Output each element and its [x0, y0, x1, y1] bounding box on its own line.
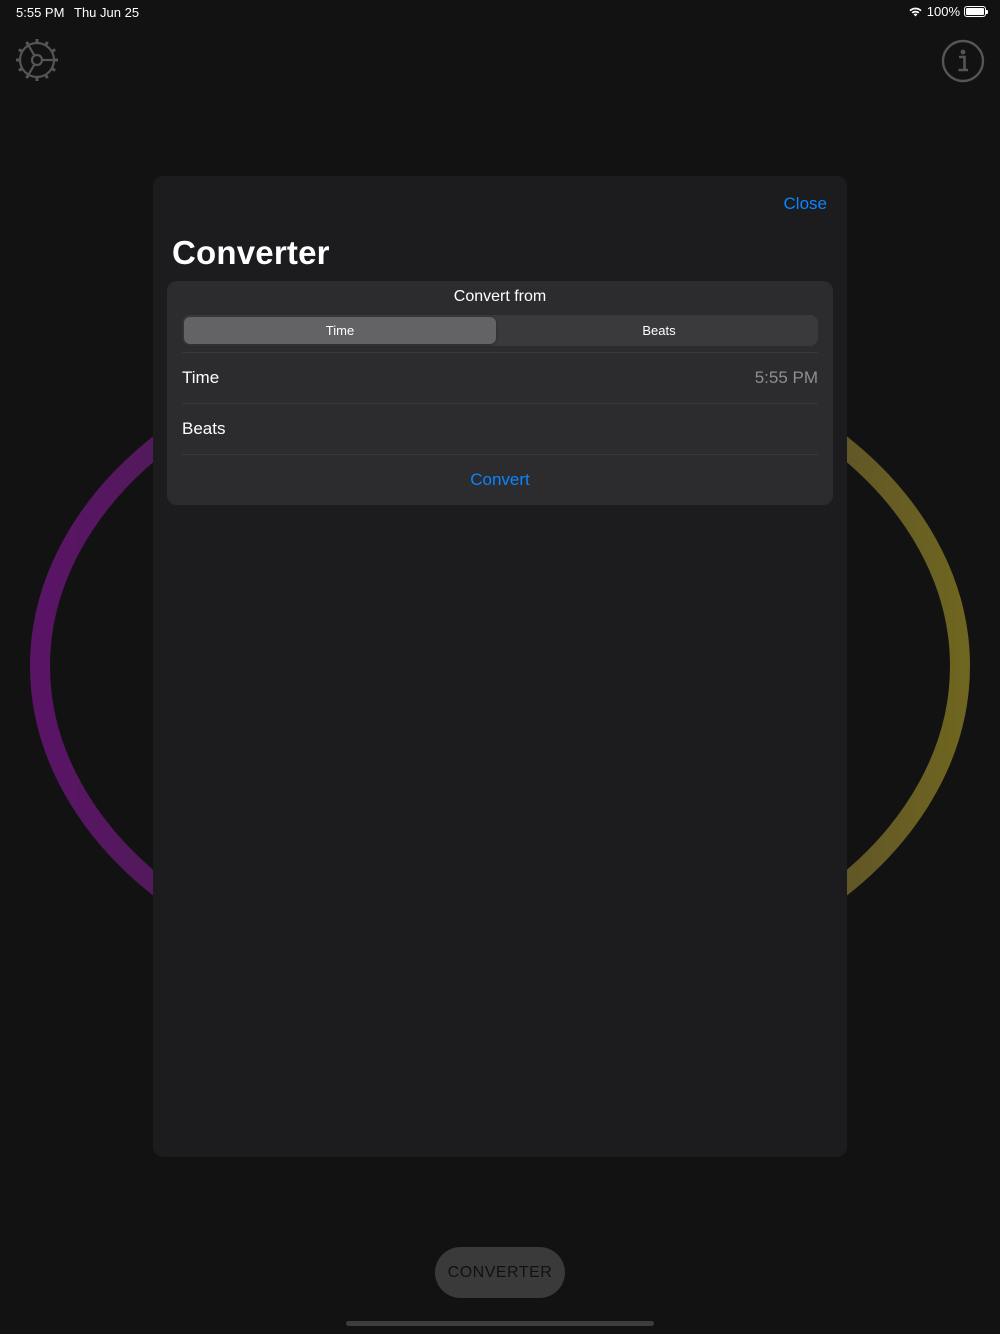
wifi-icon: [909, 7, 922, 17]
settings-button[interactable]: [14, 37, 60, 83]
converter-button[interactable]: CONVERTER: [435, 1247, 565, 1298]
gear-icon: [16, 39, 58, 81]
battery-icon: [964, 6, 988, 17]
status-right: 100%: [908, 4, 988, 19]
screen: 5:55 PM Thu Jun 25 100% Close Converter …: [0, 0, 1000, 1334]
segment-time[interactable]: Time: [184, 317, 496, 344]
status-bar: 5:55 PM Thu Jun 25 100%: [0, 0, 1000, 24]
beats-row[interactable]: Beats: [182, 403, 818, 454]
battery-percent: 100%: [926, 4, 960, 19]
convert-from-segmented-control: Time Beats: [182, 315, 818, 346]
time-value: 5:55 PM: [754, 368, 818, 387]
status-time: 5:55 PM: [16, 5, 65, 20]
close-button[interactable]: Close: [784, 194, 827, 214]
home-indicator: [346, 1321, 654, 1326]
segment-beats[interactable]: Beats: [502, 317, 816, 344]
convert-from-header: Convert from: [453, 288, 547, 305]
page-title: Converter: [172, 234, 330, 271]
time-row[interactable]: Time 5:55 PM: [182, 352, 818, 403]
converter-form: Convert from Time Beats Time 5:55 PM Bea…: [167, 281, 833, 505]
time-label: Time: [182, 368, 220, 387]
info-button[interactable]: [941, 39, 985, 83]
status-date: Thu Jun 25: [74, 5, 140, 20]
convert-button[interactable]: Convert: [470, 470, 530, 490]
converter-sheet: Close Converter Convert from Time Beats …: [153, 176, 847, 1157]
convert-row: Convert: [182, 454, 818, 505]
info-icon: [941, 39, 985, 83]
beats-label: Beats: [182, 419, 226, 438]
